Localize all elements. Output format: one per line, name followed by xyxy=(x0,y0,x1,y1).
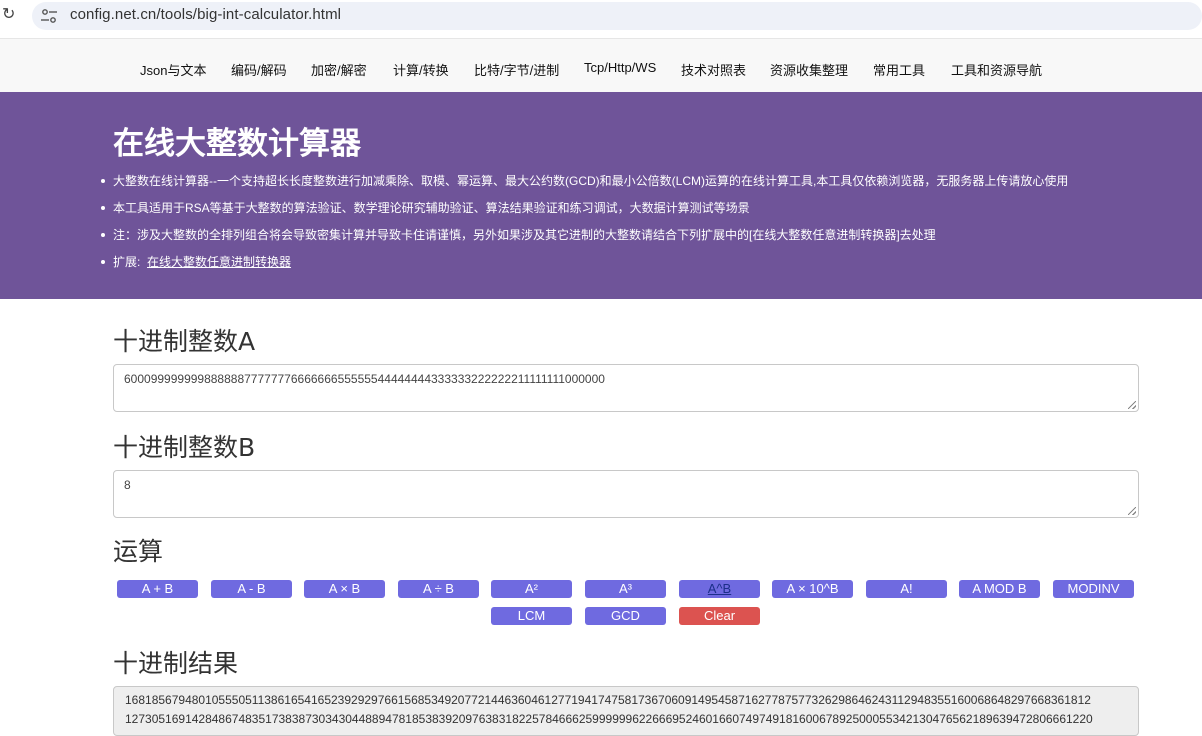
intro-item-extension: 扩展: 在线大整数任意进制转换器 xyxy=(100,254,1068,281)
nav-item-bits[interactable]: 比特/字节/进制 xyxy=(474,60,559,79)
result-line: 1681856794801055505113861654165239292976… xyxy=(125,693,1091,707)
gcd-button[interactable]: GCD xyxy=(585,607,666,625)
shift-pow10-button[interactable]: A × 10^B xyxy=(772,580,853,598)
nav-item-encrypt[interactable]: 加密/解密 xyxy=(311,60,367,79)
cube-button[interactable]: A³ xyxy=(585,580,666,598)
result-line: 1273051691428486748351738387303430448894… xyxy=(125,712,1093,726)
power-button[interactable]: A^B xyxy=(679,580,760,598)
nav-item-calc[interactable]: 计算/转换 xyxy=(393,60,449,79)
intro-item: 本工具适用于RSA等基于大整数的算法验证、数学理论研究辅助验证、算法结果验证和练… xyxy=(100,200,1068,227)
clear-button[interactable]: Clear xyxy=(679,607,760,625)
intro-item: 大整数在线计算器--一个支持超长长度整数进行加减乘除、取模、幂运算、最大公约数(… xyxy=(100,173,1068,200)
input-a-value: 6000999999998888887777777666666655555544… xyxy=(124,372,605,386)
site-settings-icon[interactable] xyxy=(40,8,58,24)
nav-item-navigation[interactable]: 工具和资源导航 xyxy=(951,60,1042,79)
nav-item-encode[interactable]: 编码/解码 xyxy=(231,60,287,79)
reload-icon[interactable]: ↻ xyxy=(2,6,20,24)
nav-item-tcp[interactable]: Tcp/Http/WS xyxy=(584,60,656,75)
add-button[interactable]: A + B xyxy=(117,580,198,598)
lcm-button[interactable]: LCM xyxy=(491,607,572,625)
multiply-button[interactable]: A × B xyxy=(304,580,385,598)
input-b-heading: 十进制整数B xyxy=(113,433,256,462)
resize-grip-icon[interactable] xyxy=(1128,507,1136,515)
nav-item-resources[interactable]: 资源收集整理 xyxy=(770,60,848,79)
hero-banner: 在线大整数计算器 大整数在线计算器--一个支持超长长度整数进行加减乘除、取模、幂… xyxy=(0,92,1202,299)
intro-item: 注：涉及大整数的全排列组合将会导致密集计算并导致卡住请谨慎，另外如果涉及其它进制… xyxy=(100,227,1068,254)
input-a-field[interactable]: 6000999999998888887777777666666655555544… xyxy=(113,364,1139,412)
top-nav: Json与文本 编码/解码 加密/解密 计算/转换 比特/字节/进制 Tcp/H… xyxy=(0,38,1202,92)
url-text[interactable]: config.net.cn/tools/big-int-calculator.h… xyxy=(70,6,341,23)
factorial-button[interactable]: A! xyxy=(866,580,947,598)
browser-address-bar: ↻ config.net.cn/tools/big-int-calculator… xyxy=(0,0,1202,33)
square-button[interactable]: A² xyxy=(491,580,572,598)
intro-list: 大整数在线计算器--一个支持超长长度整数进行加减乘除、取模、幂运算、最大公约数(… xyxy=(100,173,1068,281)
operations-heading: 运算 xyxy=(113,537,164,566)
base-converter-link[interactable]: 在线大整数任意进制转换器 xyxy=(147,255,291,269)
modinv-button[interactable]: MODINV xyxy=(1053,580,1134,598)
nav-item-tech[interactable]: 技术对照表 xyxy=(681,60,746,79)
page-title: 在线大整数计算器 xyxy=(113,126,361,162)
resize-grip-icon[interactable] xyxy=(1128,401,1136,409)
extension-label: 扩展: xyxy=(113,255,141,269)
subtract-button[interactable]: A - B xyxy=(211,580,292,598)
input-a-heading: 十进制整数A xyxy=(113,327,256,356)
input-b-value: 8 xyxy=(124,478,131,492)
result-heading: 十进制结果 xyxy=(113,649,239,678)
divide-button[interactable]: A ÷ B xyxy=(398,580,479,598)
result-field[interactable]: 1681856794801055505113861654165239292976… xyxy=(113,686,1139,736)
input-b-field[interactable]: 8 xyxy=(113,470,1139,518)
nav-item-json[interactable]: Json与文本 xyxy=(140,60,206,79)
nav-item-tools[interactable]: 常用工具 xyxy=(873,60,925,79)
mod-button[interactable]: A MOD B xyxy=(959,580,1040,598)
